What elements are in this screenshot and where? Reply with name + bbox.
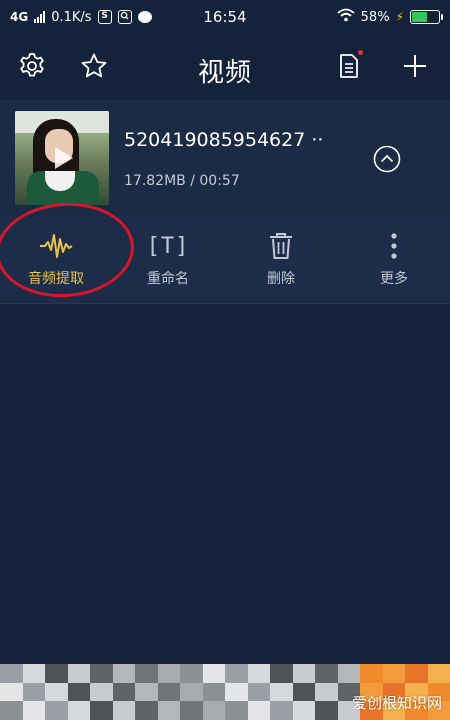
pixel-block	[67, 682, 90, 702]
pixel-block	[135, 664, 158, 683]
pixel-block	[405, 664, 428, 683]
extract-audio-label: 音频提取	[28, 271, 84, 287]
document-button[interactable]	[333, 50, 365, 82]
pixel-block	[292, 682, 315, 702]
pixel-block	[427, 664, 450, 683]
pixel-block	[247, 701, 270, 720]
pixel-block	[315, 701, 338, 720]
pixel-block	[270, 682, 293, 702]
notification-dot	[358, 50, 363, 55]
delete-label: 删除	[267, 271, 295, 287]
pixel-block	[90, 664, 113, 683]
favorites-button[interactable]	[78, 50, 110, 82]
pixel-block	[202, 664, 225, 683]
pixel-block	[135, 682, 158, 702]
pixel-block	[135, 701, 158, 720]
pixel-block	[180, 682, 203, 702]
app-notification-icon: S	[97, 10, 112, 24]
pixel-block	[90, 701, 113, 720]
pixel-block	[112, 664, 135, 683]
pixel-block	[67, 664, 90, 683]
star-icon	[81, 53, 107, 78]
network-speed: 0.1K/s	[51, 9, 92, 25]
pixel-block	[0, 664, 23, 683]
charging-icon: ⚡	[395, 10, 404, 24]
pixel-block	[360, 664, 383, 683]
pixel-block	[202, 701, 225, 720]
pixel-block	[157, 682, 180, 702]
rename-label: 重命名	[147, 271, 189, 287]
more-vertical-icon	[390, 232, 398, 260]
pixel-block	[45, 701, 68, 720]
rename-icon: [T]	[147, 232, 190, 260]
pixel-block	[315, 682, 338, 702]
pixel-block	[247, 682, 270, 702]
extract-audio-button[interactable]: 音频提取	[0, 216, 112, 304]
document-icon	[340, 54, 358, 78]
pixel-block	[180, 664, 203, 683]
network-type: 4G	[10, 10, 29, 24]
pixel-block	[45, 682, 68, 702]
play-icon[interactable]	[55, 147, 73, 169]
gear-icon	[20, 53, 44, 77]
pixel-block	[382, 664, 405, 683]
message-icon	[137, 11, 152, 23]
pixel-block	[202, 682, 225, 702]
video-list-item[interactable]: 520419085954627 ·· 17.82MB / 00:57	[0, 100, 450, 216]
watermark: 爱创根知识网	[351, 694, 442, 712]
collapse-button[interactable]	[373, 145, 401, 173]
pixel-block	[315, 664, 338, 683]
pixel-block	[22, 701, 45, 720]
pixel-block	[22, 664, 45, 683]
pixel-block	[22, 682, 45, 702]
add-button[interactable]	[399, 50, 431, 82]
top-bar: 视频	[0, 34, 450, 98]
battery-fill	[412, 12, 428, 22]
search-notification-icon	[117, 10, 132, 24]
pixel-block	[180, 701, 203, 720]
pixel-block	[67, 701, 90, 720]
pixel-block	[270, 664, 293, 683]
pixel-block	[225, 664, 248, 683]
delete-button[interactable]: 删除	[225, 216, 337, 304]
pixel-block	[90, 682, 113, 702]
more-button[interactable]: 更多	[338, 216, 450, 304]
signal-icon	[34, 11, 46, 23]
settings-button[interactable]	[16, 50, 48, 82]
page-title: 视频	[197, 58, 252, 88]
trash-icon	[268, 232, 294, 260]
pixel-block	[225, 701, 248, 720]
pixel-block	[292, 664, 315, 683]
status-right: 58% ⚡	[337, 8, 443, 26]
video-filename: 520419085954627 ··	[124, 129, 324, 151]
pixel-block	[0, 701, 23, 720]
more-label: 更多	[380, 271, 408, 287]
pixel-block	[45, 664, 68, 683]
pixel-block	[292, 701, 315, 720]
pixel-block	[157, 701, 180, 720]
wifi-icon	[337, 8, 355, 26]
pixel-block	[247, 664, 270, 683]
pixel-block	[112, 682, 135, 702]
action-bar: 音频提取 [T] 重命名 删除 更多	[0, 216, 450, 304]
pixel-block	[270, 701, 293, 720]
status-left: 4G 0.1K/s S	[10, 10, 152, 25]
pixel-block	[112, 701, 135, 720]
battery-icon	[410, 10, 443, 24]
chevron-up-circle-icon	[373, 145, 401, 173]
pixel-block	[0, 682, 23, 702]
plus-icon	[404, 55, 426, 77]
waveform-icon	[39, 232, 73, 260]
pixel-block	[225, 682, 248, 702]
video-thumbnail[interactable]	[15, 111, 109, 205]
rename-glyph: [T]	[146, 233, 190, 259]
pixel-block	[337, 664, 360, 683]
pixel-block	[157, 664, 180, 683]
battery-percent: 58%	[360, 9, 390, 25]
status-bar: 4G 0.1K/s S 16:54 58% ⚡	[0, 0, 450, 34]
rename-button[interactable]: [T] 重命名	[112, 216, 224, 304]
video-size-duration: 17.82MB / 00:57	[124, 173, 240, 189]
